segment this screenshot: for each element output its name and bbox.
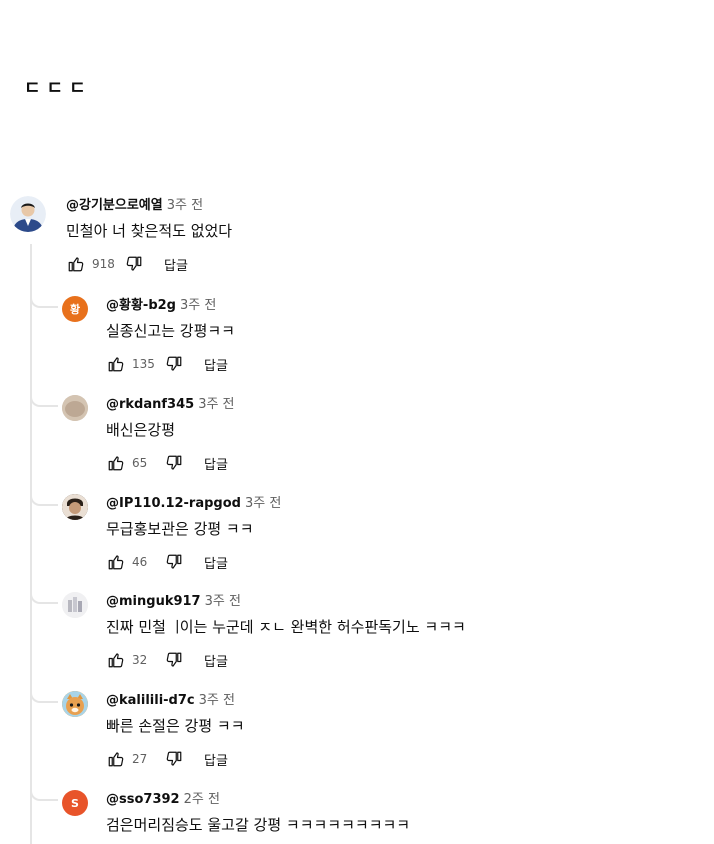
reply-connector — [30, 294, 58, 308]
comment-text: 검은머리짐승도 울고갈 강평 ㅋㅋㅋㅋㅋㅋㅋㅋㅋ — [106, 816, 411, 834]
comment-time[interactable]: 3주 전 — [167, 198, 203, 213]
like-button[interactable] — [106, 354, 126, 374]
like-count: 65 — [132, 456, 148, 470]
stone-avatar-icon — [62, 395, 88, 421]
reply-button[interactable]: 답글 — [164, 255, 188, 274]
comment-author[interactable]: @kalilili-d7c — [106, 693, 195, 708]
avatar[interactable]: S — [62, 790, 88, 816]
avatar[interactable] — [62, 592, 88, 618]
comment-author[interactable]: @sso7392 — [106, 792, 180, 807]
reply-button[interactable]: 답글 — [204, 454, 228, 473]
thumbs-up-icon — [108, 752, 124, 767]
comment-text: 빠른 손절은 강평 ㅋㅋ — [106, 717, 245, 735]
figure-avatar-icon — [62, 592, 88, 618]
reply-connector — [30, 492, 58, 506]
reply-connector — [30, 689, 58, 703]
like-count: 46 — [132, 555, 148, 569]
comment-text: 무급홍보관은 강평 ㅋㅋ — [106, 520, 254, 538]
comment-author[interactable]: @rkdanf345 — [106, 397, 194, 412]
like-button[interactable] — [106, 650, 126, 670]
thumbs-down-icon — [166, 356, 182, 371]
avatar[interactable] — [62, 395, 88, 421]
reply-button[interactable]: 답글 — [204, 355, 228, 374]
comment-time[interactable]: 3주 전 — [199, 693, 235, 708]
thumbs-down-icon — [166, 455, 182, 470]
like-count: 27 — [132, 752, 148, 766]
avatar[interactable] — [62, 691, 88, 717]
thumbs-down-icon — [166, 554, 182, 569]
comment-author[interactable]: @강기분으로예열 — [66, 198, 163, 213]
reply-connector — [30, 590, 58, 604]
like-count: 918 — [92, 257, 115, 271]
thumbs-up-icon — [108, 456, 124, 471]
reply-connector — [30, 787, 58, 801]
person-avatar-icon — [10, 196, 46, 232]
comment-time[interactable]: 3주 전 — [198, 397, 234, 412]
thumbs-down-icon — [166, 652, 182, 667]
reply-button[interactable]: 답글 — [204, 553, 228, 572]
thread-line — [30, 244, 32, 844]
comment-author[interactable]: @IP110.12-rapgod — [106, 496, 241, 511]
avatar[interactable]: 황 — [62, 296, 88, 322]
comment-text: 민철아 너 찾은적도 없었다 — [66, 222, 233, 240]
comment-author[interactable]: @황황-b2g — [106, 298, 176, 313]
thumbs-up-icon — [108, 555, 124, 570]
like-button[interactable] — [66, 254, 86, 274]
comment-text: 실종신고는 강평ㅋㅋ — [106, 322, 235, 340]
cat-avatar-icon — [62, 691, 88, 717]
reply-button[interactable]: 답글 — [204, 750, 228, 769]
dislike-button[interactable] — [164, 552, 184, 572]
comment-time[interactable]: 2주 전 — [184, 792, 220, 807]
dislike-button[interactable] — [164, 354, 184, 374]
person-avatar-icon — [62, 494, 88, 520]
thumbs-up-icon — [108, 653, 124, 668]
comment-time[interactable]: 3주 전 — [245, 496, 281, 511]
like-button[interactable] — [106, 453, 126, 473]
dislike-button[interactable] — [164, 749, 184, 769]
like-count: 135 — [132, 357, 155, 371]
reply-connector — [30, 393, 58, 407]
like-button[interactable] — [106, 749, 126, 769]
comment-text: 진짜 민철ᅟᅵ이는 누군데 ㅈㄴ 완벽한 허수판독기노 ㅋㅋㅋ — [106, 618, 466, 636]
thumbs-up-icon — [108, 357, 124, 372]
comment-author[interactable]: @minguk917 — [106, 594, 201, 609]
like-count: 32 — [132, 653, 148, 667]
dislike-button[interactable] — [124, 254, 144, 274]
thumbs-down-icon — [126, 256, 142, 271]
avatar[interactable] — [62, 494, 88, 520]
avatar[interactable] — [10, 196, 46, 232]
reply-button[interactable]: 답글 — [204, 651, 228, 670]
dislike-button[interactable] — [164, 650, 184, 670]
comment-time[interactable]: 3주 전 — [180, 298, 216, 313]
thumbs-down-icon — [166, 751, 182, 766]
post-text: ㄷㄷㄷ — [24, 78, 92, 99]
like-button[interactable] — [106, 552, 126, 572]
comment-text: 배신은강평 — [106, 421, 176, 439]
comment-time[interactable]: 3주 전 — [205, 594, 241, 609]
thumbs-up-icon — [68, 257, 84, 272]
dislike-button[interactable] — [164, 453, 184, 473]
